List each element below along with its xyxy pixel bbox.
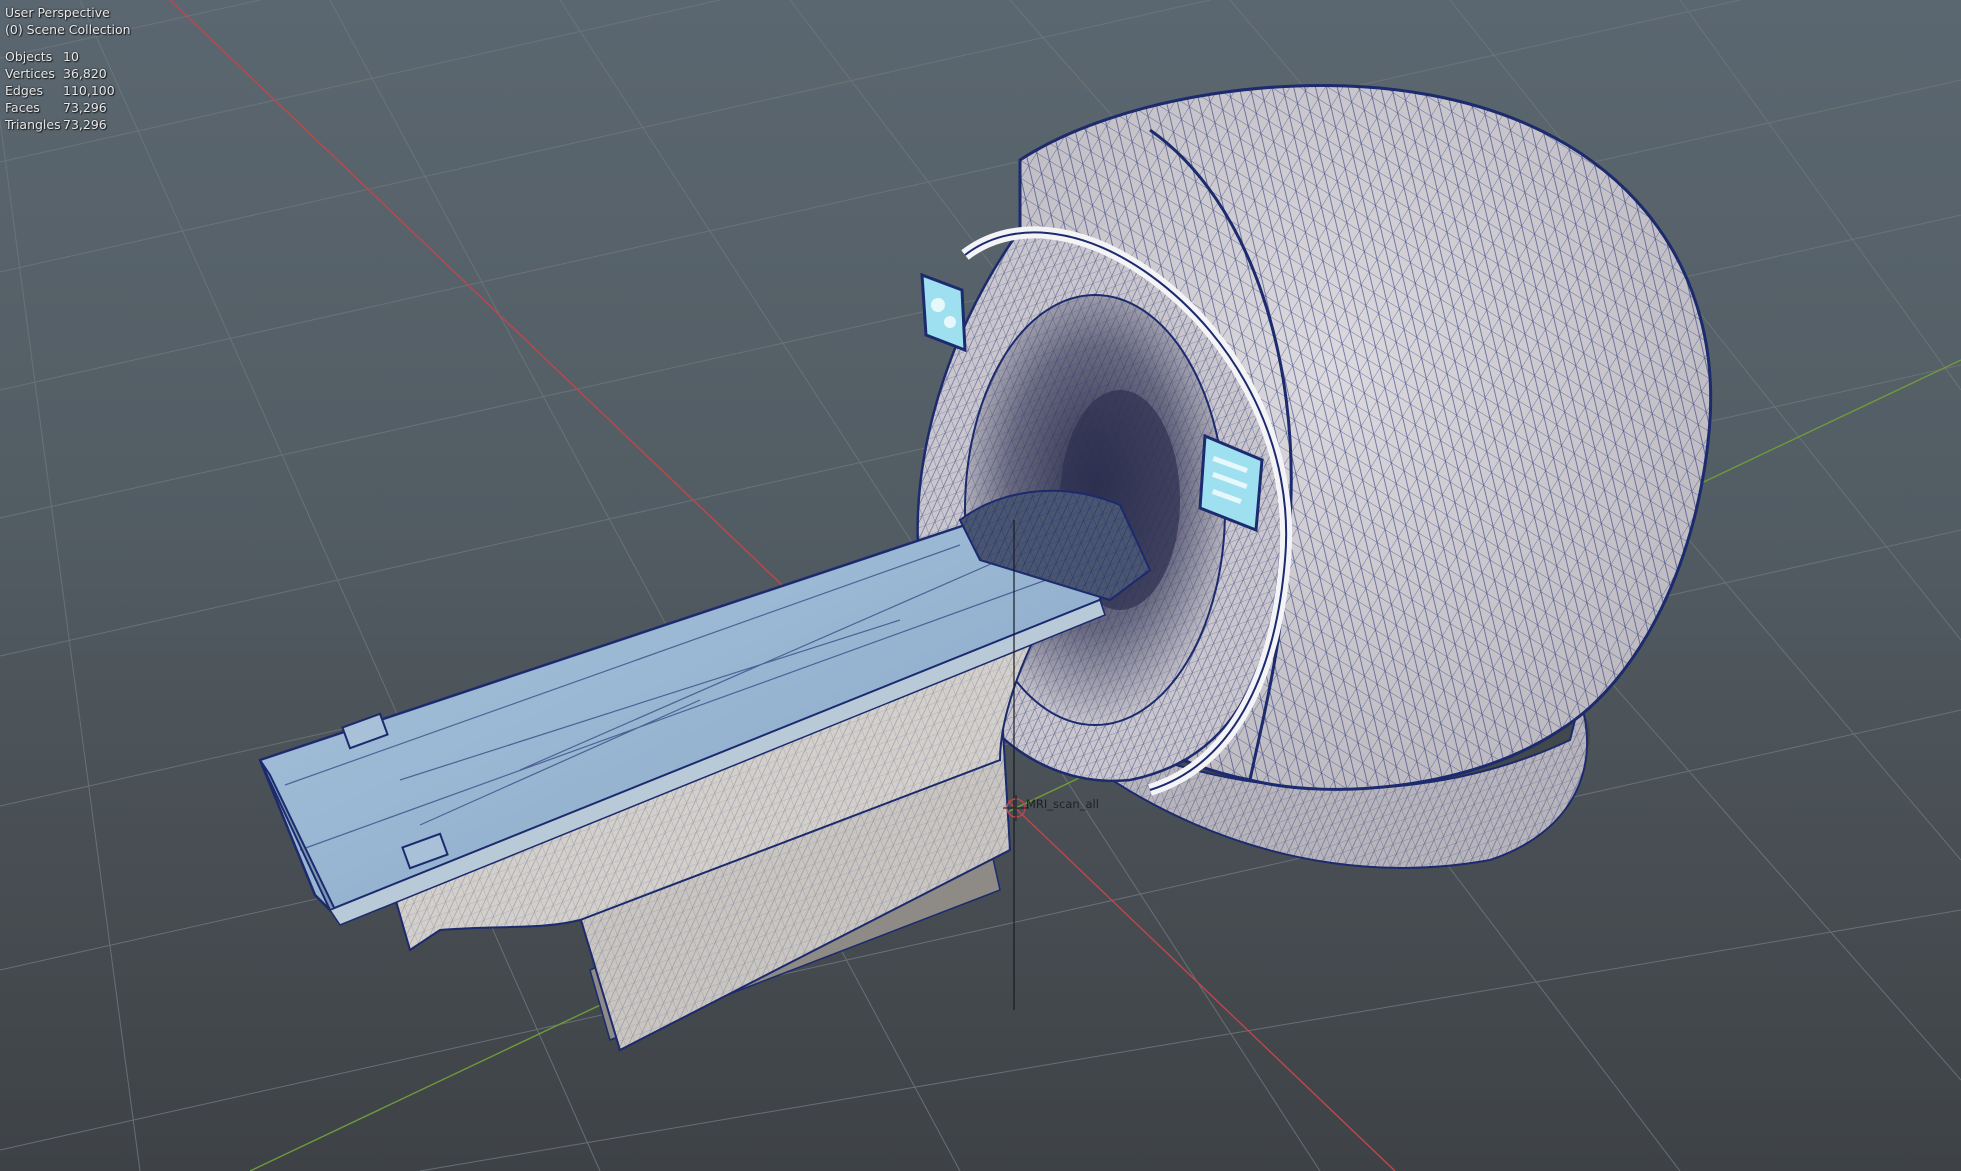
collection-label: (0) Scene Collection [5, 22, 131, 37]
left-monitor[interactable] [920, 272, 967, 353]
stat-row-vertices: Vertices 36,820 [5, 65, 131, 82]
stat-label: Objects [5, 49, 53, 64]
patient-table[interactable] [258, 489, 1152, 1052]
stat-value: 110,100 [63, 83, 115, 98]
stat-row-triangles: Triangles 73,296 [5, 116, 131, 133]
viewport-scene[interactable] [0, 0, 1961, 1171]
stat-value: 10 [63, 49, 79, 64]
stat-label: Triangles [5, 117, 61, 132]
stat-value: 73,296 [63, 117, 107, 132]
stat-label: Faces [5, 100, 40, 115]
view-perspective-label: User Perspective [5, 5, 110, 20]
stat-row-objects: Objects 10 [5, 48, 131, 65]
stat-value: 36,820 [63, 66, 107, 81]
stat-label: Edges [5, 83, 43, 98]
mri-gantry[interactable] [916, 84, 1713, 869]
stat-row-edges: Edges 110,100 [5, 82, 131, 99]
active-object-name-label: MRI_scan_all [1026, 797, 1099, 811]
3d-viewport[interactable]: User Perspective (0) Scene Collection Ob… [0, 0, 1961, 1171]
stat-row-faces: Faces 73,296 [5, 99, 131, 116]
viewport-info-overlay: User Perspective (0) Scene Collection Ob… [5, 4, 131, 133]
stat-value: 73,296 [63, 100, 107, 115]
stat-label: Vertices [5, 66, 55, 81]
scene-statistics: Objects 10 Vertices 36,820 Edges 110,100… [5, 48, 131, 133]
